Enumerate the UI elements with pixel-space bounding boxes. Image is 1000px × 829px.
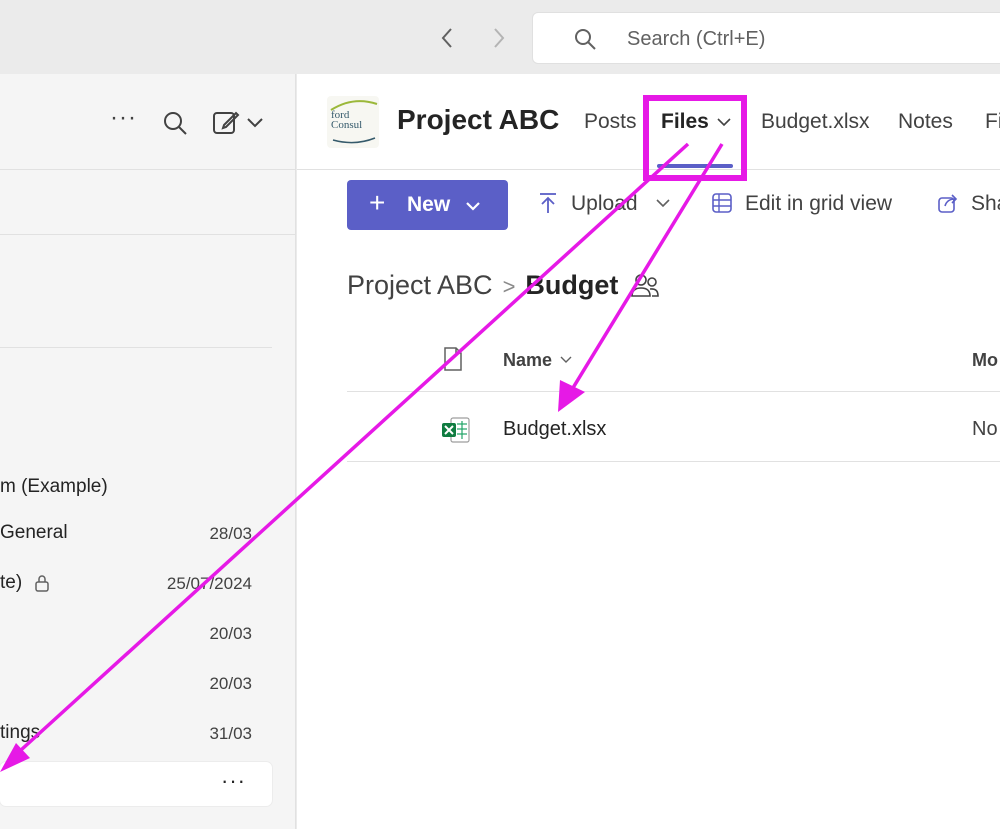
chevron-down-icon [656,199,670,208]
search-icon[interactable] [162,110,188,136]
column-header-modified[interactable]: Mo [972,350,998,371]
channel-header: ford Consul Project ABC Posts Files Budg… [297,74,1000,170]
channel-date: 28/03 [209,524,252,543]
compose-icon[interactable] [212,109,240,137]
breadcrumb-current: Budget [525,270,619,300]
title-bar: Search (Ctrl+E) [0,0,1000,74]
tab-files-label: Files [661,110,709,133]
channel-date: 31/03 [209,724,252,743]
file-table-header: Name Mo [297,344,1000,392]
new-button-label: New [407,193,451,216]
excel-file-icon [442,417,470,443]
edit-grid-view-button[interactable]: Edit in grid view [711,192,892,216]
chevron-down-icon[interactable] [246,116,264,130]
tab-budget-xlsx[interactable]: Budget.xlsx [761,110,870,134]
lock-icon [35,575,49,592]
share-label: Sha [971,192,1000,215]
search-placeholder: Search (Ctrl+E) [627,28,766,50]
file-type-icon [444,347,462,371]
channel-label: te) [0,572,23,593]
search-icon [575,29,596,50]
breadcrumb-root[interactable]: Project ABC [347,270,493,300]
edit-grid-view-label: Edit in grid view [745,192,893,215]
chevron-down-icon [560,356,572,363]
people-icon[interactable] [630,272,660,300]
file-name[interactable]: Budget.xlsx [503,418,606,441]
teams-panel-header: ··· [0,74,296,170]
channel-date: 25/07/2024 [166,574,252,593]
channel-item[interactable]: General 28/03 [0,512,272,556]
chevron-down-icon [466,202,480,211]
share-icon [938,194,958,213]
channel-date: 20/03 [209,674,252,693]
channel-item-selected[interactable]: ··· [0,762,272,806]
upload-icon [540,193,556,213]
share-button[interactable]: Sha [937,192,1000,216]
channel-label: m (Example) [0,476,108,497]
forward-button[interactable] [484,22,514,54]
upload-label: Upload [571,192,638,215]
column-header-name-label: Name [503,350,553,370]
divider [0,234,296,235]
breadcrumb-separator-icon: > [502,274,516,299]
back-button[interactable] [432,22,462,54]
channel-more-button[interactable]: ··· [221,768,246,794]
breadcrumb: Project ABC > Budget [347,270,660,301]
divider [0,347,272,348]
column-header-name[interactable]: Name [503,350,572,371]
channel-item[interactable]: te) 25/07/2024 [0,562,272,606]
new-button[interactable]: + New [347,180,508,230]
main-content: ford Consul Project ABC Posts Files Budg… [297,74,1000,829]
logo-text: ford Consul [331,109,363,131]
tab-overflow[interactable]: Fi [985,110,1000,134]
chevron-left-icon [441,28,452,48]
table-row[interactable]: Budget.xlsx No [347,392,1000,462]
tab-posts[interactable]: Posts [584,110,637,134]
chevron-down-icon [717,118,731,127]
channel-label: tings [0,722,41,743]
chevron-right-icon [494,28,505,48]
channel-item[interactable]: tings 31/03 [0,712,272,756]
active-tab-indicator [657,164,733,168]
channel-item[interactable]: 20/03 [0,612,272,656]
more-options-button[interactable]: ··· [110,104,137,132]
file-modified: No [972,418,998,440]
upload-button[interactable]: Upload [537,192,671,216]
tab-files[interactable]: Files [661,110,731,134]
team-name: Project ABC [397,104,560,135]
teams-list-panel: ··· m (Example) General 28/03 te) 25/07/… [0,74,296,829]
channel-item[interactable]: m (Example) [0,466,272,510]
plus-icon: + [369,187,386,218]
grid-icon [712,193,732,213]
search-input[interactable]: Search (Ctrl+E) [532,12,1000,64]
channel-item[interactable]: 20/03 [0,662,272,706]
channel-label: General [0,522,68,543]
channel-date: 20/03 [209,624,252,643]
tab-notes[interactable]: Notes [898,110,953,134]
team-logo: ford Consul [327,96,379,148]
